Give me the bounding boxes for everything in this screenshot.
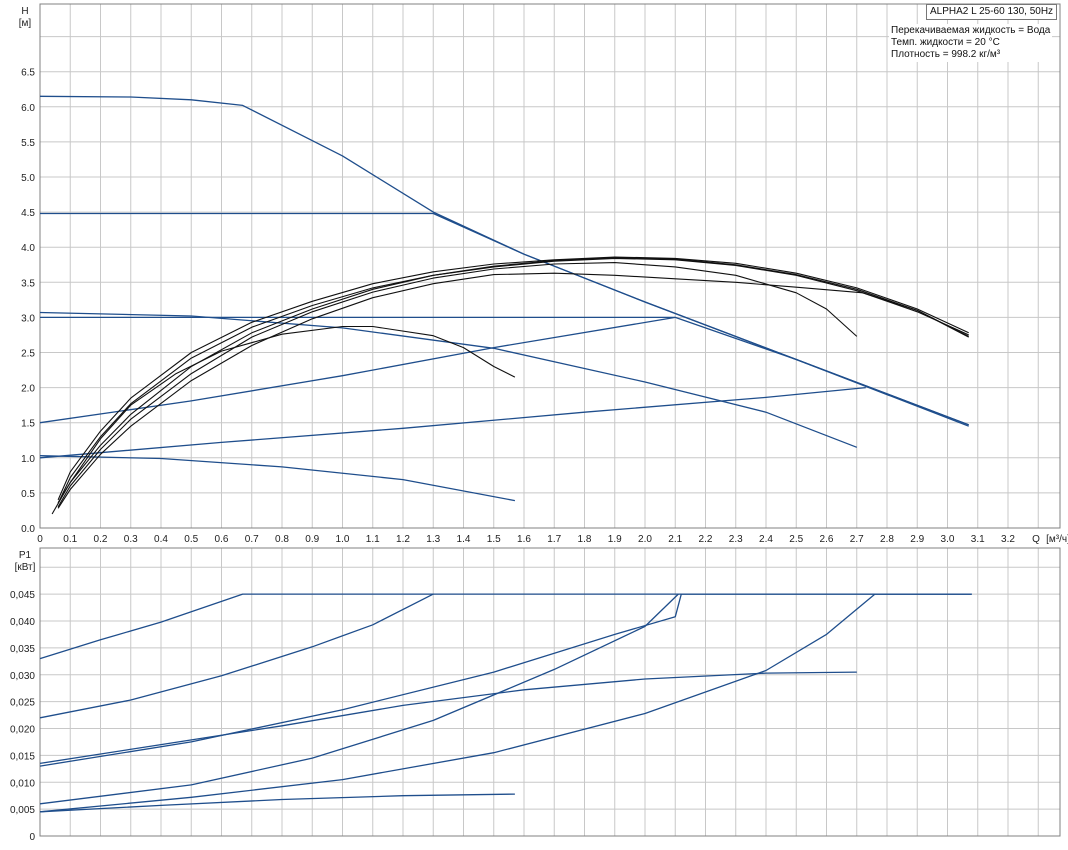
y-tick-label: 2.5 [21,349,35,360]
head-curve-3 [39,316,676,424]
y-tick-label: 1.5 [21,419,35,430]
head-curve-10 [57,257,969,504]
x-tick-label: 2.9 [910,534,924,545]
y-tick-label: 0,025 [10,698,35,709]
x-tick-label: 2.3 [729,534,743,545]
fluid-info-line: Темп. жидкости = 20 °C [891,37,1000,48]
x-tick-label: 0.3 [124,534,138,545]
plot-frame [39,547,1061,837]
fluid-info-line: Перекачиваемая жидкость = Вода [891,25,1051,36]
plot-frame [39,3,1061,529]
x-tick-label: 2.0 [638,534,652,545]
x-tick-label: 0 [37,534,43,545]
y-tick-label: 5.5 [21,138,35,149]
head-curve-7 [51,325,516,515]
x-tick-label: 0.1 [63,534,77,545]
x-tick-label: 2.1 [668,534,682,545]
x-tick-label: 0.8 [275,534,289,545]
x-tick-label: 1.8 [578,534,592,545]
x-tick-label: 1.0 [336,534,350,545]
y-tick-label: 3.0 [21,313,35,324]
x-tick-label: 2.5 [789,534,803,545]
x-axis-label: Q [1032,534,1040,545]
head-curve-2 [40,316,969,426]
x-tick-label: 1.1 [366,534,380,545]
x-tick-label: 0.4 [154,534,168,545]
y-axis-unit: [м] [19,18,32,29]
head-curve-6 [39,455,516,502]
x-tick-label: 1.6 [517,534,531,545]
x-tick-label: 3.2 [1001,534,1015,545]
fluid-info-line: Плотность = 998.2 кг/м³ [891,49,1001,60]
y-axis-unit: [кВт] [15,562,36,573]
y-tick-label: 0.0 [21,524,35,535]
x-tick-label: 0.2 [94,534,108,545]
head-curve-1 [40,212,969,426]
head-curve-12 [57,257,969,503]
x-tick-label: 1.7 [547,534,561,545]
y-tick-label: 1.0 [21,454,35,465]
power-curve-4 [39,593,972,813]
x-tick-label: 0.7 [245,534,259,545]
x-tick-label: 0.5 [184,534,198,545]
chart-svg: 0.0 0.5 1.0 1.5 2.0 2.5 3.0 3.5 4.0 4.5 5.0 5.5 6.0 6… [10,3,1068,843]
x-tick-label: 0.9 [305,534,319,545]
y-tick-label: 5.0 [21,173,35,184]
head-curve-0 [39,95,969,427]
y-tick-label: 4.0 [21,243,35,254]
y-tick-label: 0 [29,832,35,843]
y-tick-label: 6.5 [21,68,35,79]
y-tick-label: 0,005 [10,805,35,816]
power-curve-2 [39,593,972,767]
power-curve-5 [39,671,857,765]
pump-curve-chart: 0.0 0.5 1.0 1.5 2.0 2.5 3.0 3.5 4.0 4.5 5.0 5.5 6.0 6… [0,0,1068,845]
x-tick-label: 1.9 [608,534,622,545]
fluid-info-box: Перекачиваемая жидкость = Вода Темп. жид… [889,24,1053,62]
pump-title: ALPHA2 L 25-60 130, 50Hz [930,6,1054,17]
x-axis-unit: [м³/ч] [1046,534,1068,545]
head-curve-9 [57,262,858,508]
y-tick-label: 0,045 [10,590,35,601]
y-tick-label: 0,040 [10,617,35,628]
y-tick-label: 0,030 [10,671,35,682]
y-tick-label: 0.5 [21,489,35,500]
x-tick-label: 1.4 [457,534,471,545]
x-tick-label: 0.6 [215,534,229,545]
x-tick-label: 3.0 [941,534,955,545]
x-tick-label: 1.2 [396,534,410,545]
y-tick-label: 0,020 [10,725,35,736]
x-tick-label: 2.8 [880,534,894,545]
x-tick-label: 2.4 [759,534,773,545]
y-tick-label: 2.0 [21,384,35,395]
y-tick-label: 6.0 [21,103,35,114]
y-tick-label: 3.5 [21,278,35,289]
x-tick-label: 2.6 [820,534,834,545]
pump-title-box: ALPHA2 L 25-60 130, 50Hz [926,4,1058,20]
x-tick-label: 3.1 [971,534,985,545]
x-tick-label: 2.2 [699,534,713,545]
power-curve-1 [39,593,434,719]
y-tick-label: 0,035 [10,644,35,655]
x-tick-label: 1.5 [487,534,501,545]
y-axis-label: P1 [19,550,32,561]
x-tick-label: 1.3 [426,534,440,545]
power-curve-0 [39,593,972,660]
y-tick-label: 0,010 [10,778,35,789]
y-tick-label: 0,015 [10,751,35,762]
y-tick-label: 4.5 [21,208,35,219]
y-axis-label: H [21,6,28,17]
x-tick-label: 2.7 [850,534,864,545]
